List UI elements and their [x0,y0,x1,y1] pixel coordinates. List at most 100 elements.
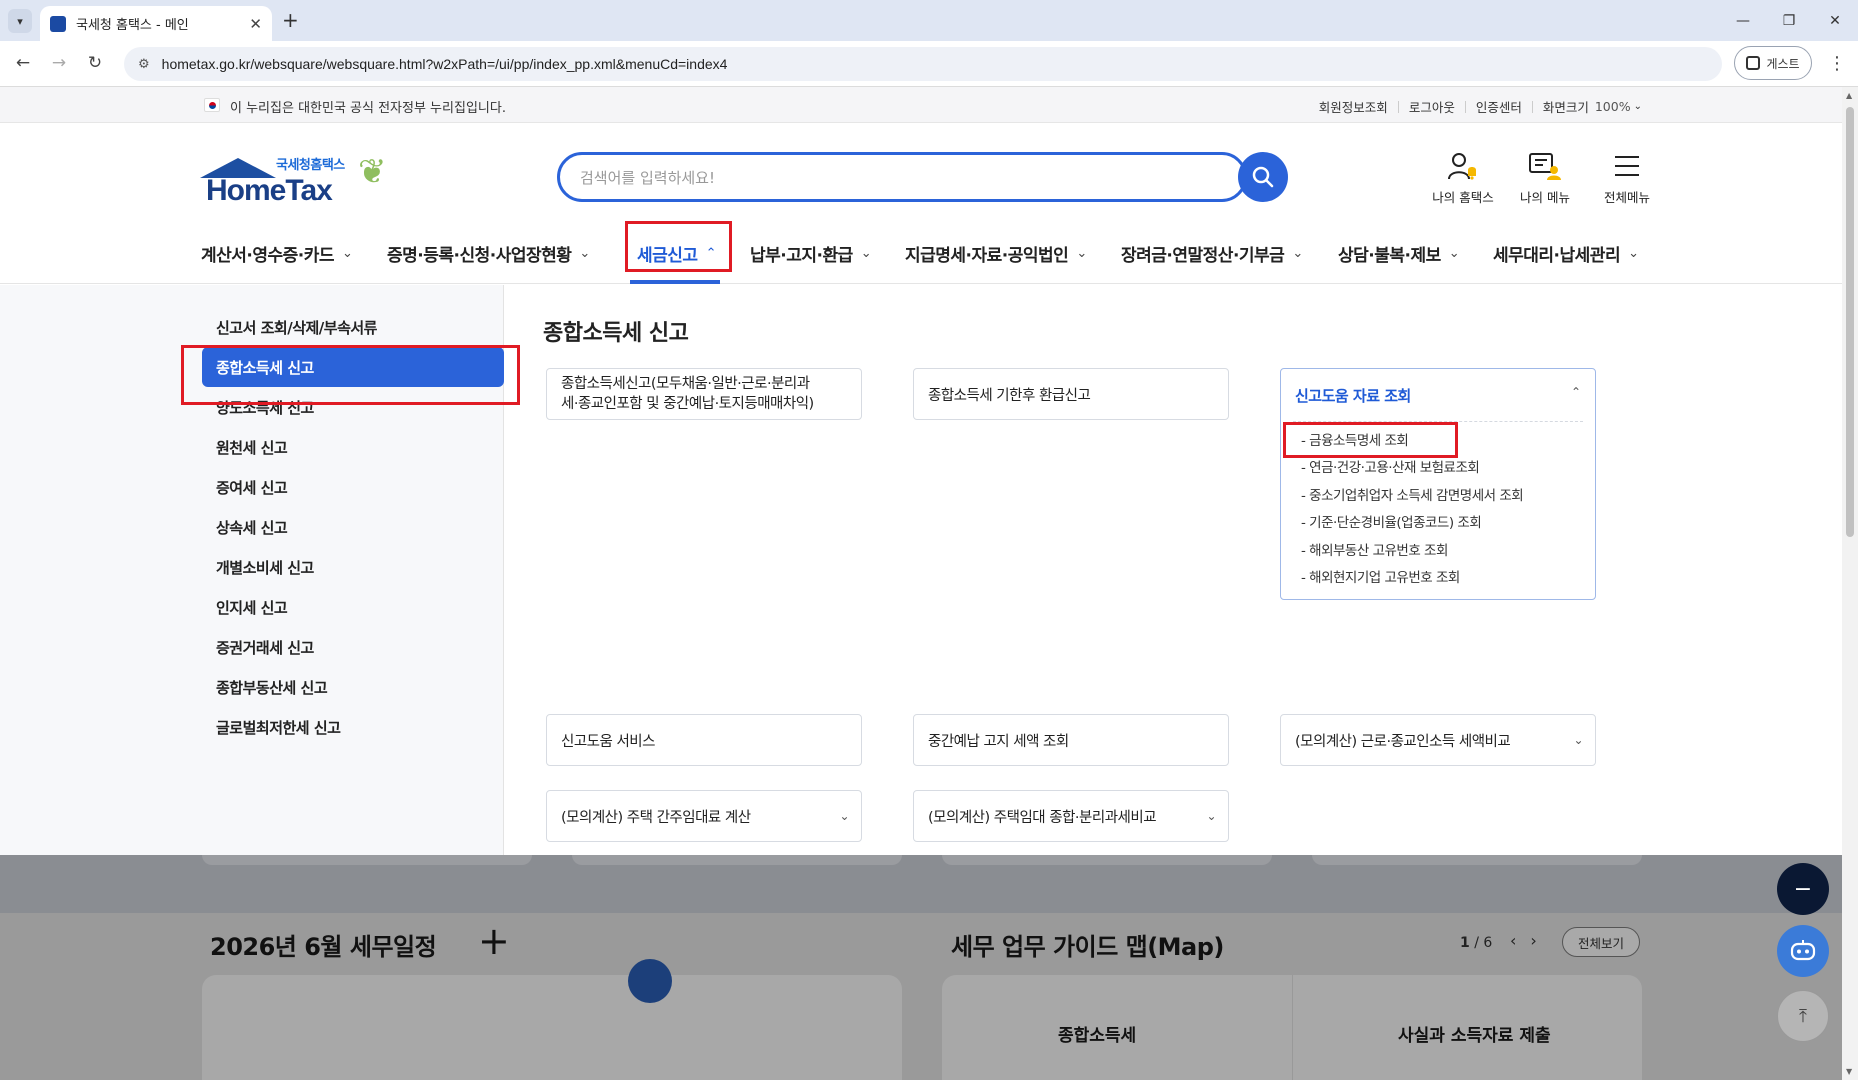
plus-icon[interactable]: + [478,919,510,963]
all-menu-button[interactable]: 전체메뉴 [1594,149,1660,206]
logout-link[interactable]: 로그아웃 [1409,97,1455,116]
chevron-down-icon[interactable]: ⌄ [1573,733,1583,747]
sidebar-item-global-minimum-tax[interactable]: 글로벌최저한세 신고 [202,707,504,747]
chevron-down-icon: ⌄ [1448,245,1460,261]
calendar-date-marker [628,959,672,1003]
dimmed-strip [0,855,1842,913]
tab-search-icon[interactable]: ▾ [8,9,32,33]
minimize-icon[interactable]: — [1720,0,1766,41]
card-edge [1312,855,1642,865]
card-open-title[interactable]: 신고도움 자료 조회 [1295,385,1411,406]
chevron-down-icon[interactable]: ⌄ [1634,101,1642,112]
address-bar[interactable]: ⚙ hometax.go.kr/websquare/websquare.html… [124,47,1722,81]
guide-item-label[interactable]: 종합소득세 [1058,1021,1136,1046]
browser-tab[interactable]: 국세청 홈택스 - 메인 ✕ [40,6,272,41]
header-quick-icons: 나의 홈택스 나의 메뉴 전체메뉴 [1430,149,1660,206]
sub-item-expense-rate[interactable]: - 기준·단순경비율(업종코드) 조회 [1301,511,1482,531]
logo-plant-icon: ❦ [358,152,387,192]
zoom-value[interactable]: 100% [1595,99,1631,114]
chevron-down-icon[interactable]: ⌄ [839,809,849,823]
scroll-up-icon[interactable]: ▲ [1846,91,1852,100]
my-hometax-button[interactable]: 나의 홈택스 [1430,149,1496,206]
card-label: 종합소득세 기한후 환급신고 [928,387,1091,404]
sidebar-item-excise-tax[interactable]: 개별소비세 신고 [202,547,504,587]
minus-icon: − [1793,876,1813,902]
gnb-label: 지급명세·자료·공익법인 [905,245,1069,266]
restore-icon[interactable]: ❐ [1766,0,1812,41]
scroll-to-top-button[interactable]: ⤒ [1777,990,1829,1042]
sub-item-label: 해외현지기업 고유번호 조회 [1309,570,1460,586]
card-label: (모의계산) 주택 간주임대료 계산 [561,809,751,826]
sub-item-label: 해외부동산 고유번호 조회 [1309,543,1448,559]
search-button[interactable] [1238,152,1288,202]
sidebar-item-property-tax[interactable]: 종합부동산세 신고 [202,667,504,707]
gnb-label: 장려금·연말정산·기부금 [1121,245,1285,266]
gnb-label: 상담·불복·제보 [1338,245,1441,266]
card-late-refund-filing[interactable]: 종합소득세 기한후 환급신고 [913,368,1229,420]
chevron-right-icon[interactable]: › [1530,931,1550,950]
card-filing-help-service[interactable]: 신고도움 서비스 [546,714,862,766]
back-icon[interactable]: ← [12,53,34,73]
view-all-button[interactable]: 전체보기 [1562,927,1640,957]
pager-current: 1 [1460,935,1470,951]
close-tab-icon[interactable]: ✕ [249,15,262,33]
sidebar-item-filing-lookup[interactable]: 신고서 조회/삭제/부속서류 [202,307,504,347]
card-filing-help-data[interactable]: 신고도움 자료 조회 ⌃ - 금융소득명세 조회 - 연금·건강·고용·산재 보… [1280,368,1596,600]
chevron-up-icon[interactable]: ⌃ [1571,385,1581,399]
chevron-left-icon[interactable]: ‹ [1510,931,1530,950]
chevron-down-icon: ⌄ [1628,245,1639,261]
collapse-button[interactable]: − [1777,863,1829,915]
hometax-logo[interactable]: 국세청홈택스 HomeTax ❦ [200,152,415,212]
site-info-icon[interactable]: ⚙ [138,57,150,72]
gnb-incentive-yearend[interactable]: 장려금·연말정산·기부금 ⌄ [1121,222,1303,284]
gnb-invoice-receipt-card[interactable]: 계산서·영수증·카드 ⌄ [201,222,353,284]
cert-center-link[interactable]: 인증센터 [1476,97,1522,116]
gnb-label: 증명·등록·신청·사업장현황 [387,245,572,266]
scrollbar-thumb[interactable] [1846,107,1854,537]
search-icon [1252,166,1274,188]
my-menu-button[interactable]: 나의 메뉴 [1512,149,1578,206]
gnb-certificate-registration[interactable]: 증명·등록·신청·사업장현황 ⌄ [387,222,590,284]
member-info-link[interactable]: 회원정보조회 [1319,97,1388,116]
browser-tabbar: ▾ 국세청 홈택스 - 메인 ✕ + — ❐ ✕ [0,0,1858,41]
robot-icon [1790,940,1816,961]
browser-menu-icon[interactable]: ⋮ [1828,53,1846,74]
sub-item-sme-reduction[interactable]: - 중소기업취업자 소득세 감면명세서 조회 [1301,484,1524,504]
close-window-icon[interactable]: ✕ [1812,0,1858,41]
reload-icon[interactable]: ↻ [84,53,106,73]
sidebar-item-label: 상속세 신고 [216,518,288,537]
page-scrollbar[interactable]: ▲ ▼ [1842,87,1858,1080]
chatbot-button[interactable] [1777,925,1829,977]
guest-label: 게스트 [1766,56,1800,71]
sub-item-overseas-property[interactable]: - 해외부동산 고유번호 조회 [1301,539,1448,559]
card-sim-labor-religious[interactable]: (모의계산) 근로·종교인소득 세액비교 ⌄ [1280,714,1596,766]
sidebar-item-withholding-tax[interactable]: 원천세 신고 [202,427,504,467]
card-sim-rental-comparison[interactable]: (모의계산) 주택임대 종합·분리과세비교 ⌄ [913,790,1229,842]
card-global-income-filing[interactable]: 종합소득세신고(모두채움·일반·근로·분리과 세·종교인포함 및 중간예납·토지… [546,368,862,420]
gnb-consult-appeal[interactable]: 상담·불복·제보 ⌄ [1338,222,1460,284]
chevron-down-icon[interactable]: ⌄ [1206,809,1216,823]
gnb-payment-refund[interactable]: 납부·고지·환급 ⌄ [750,222,872,284]
sidebar-item-stamp-tax[interactable]: 인지세 신고 [202,587,504,627]
scroll-down-icon[interactable]: ▼ [1846,1067,1852,1076]
sidebar-item-label: 증여세 신고 [216,478,288,497]
guide-item-label[interactable]: 사실과 소득자료 제출 [1398,1021,1551,1046]
sidebar-item-inheritance-tax[interactable]: 상속세 신고 [202,507,504,547]
all-menu-label: 전체메뉴 [1603,190,1650,205]
zoom-label[interactable]: 화면크기 [1543,97,1589,116]
card-interim-prepayment[interactable]: 중간예납 고지 세액 조회 [913,714,1229,766]
sub-item-insurance[interactable]: - 연금·건강·고용·산재 보험료조회 [1301,456,1480,476]
pager-total: / 6 [1474,935,1493,951]
card-sim-deemed-rent[interactable]: (모의계산) 주택 간주임대료 계산 ⌄ [546,790,862,842]
forward-icon[interactable]: → [48,53,70,73]
sub-item-overseas-company[interactable]: - 해외현지기업 고유번호 조회 [1301,566,1460,586]
sidebar-item-gift-tax[interactable]: 증여세 신고 [202,467,504,507]
search-input[interactable]: 검색어를 입력하세요! [557,152,1247,202]
sidebar-item-securities-tax[interactable]: 증권거래세 신고 [202,627,504,667]
my-menu-label: 나의 메뉴 [1520,190,1570,205]
gnb-payment-statement[interactable]: 지급명세·자료·공익법인 ⌄ [905,222,1087,284]
gnb-tax-agent[interactable]: 세무대리·납세관리 ⌄ [1493,222,1639,284]
guest-profile-button[interactable]: 게스트 [1734,46,1812,80]
new-tab-icon[interactable]: + [282,9,299,31]
sidebar-item-label: 원천세 신고 [216,438,288,457]
